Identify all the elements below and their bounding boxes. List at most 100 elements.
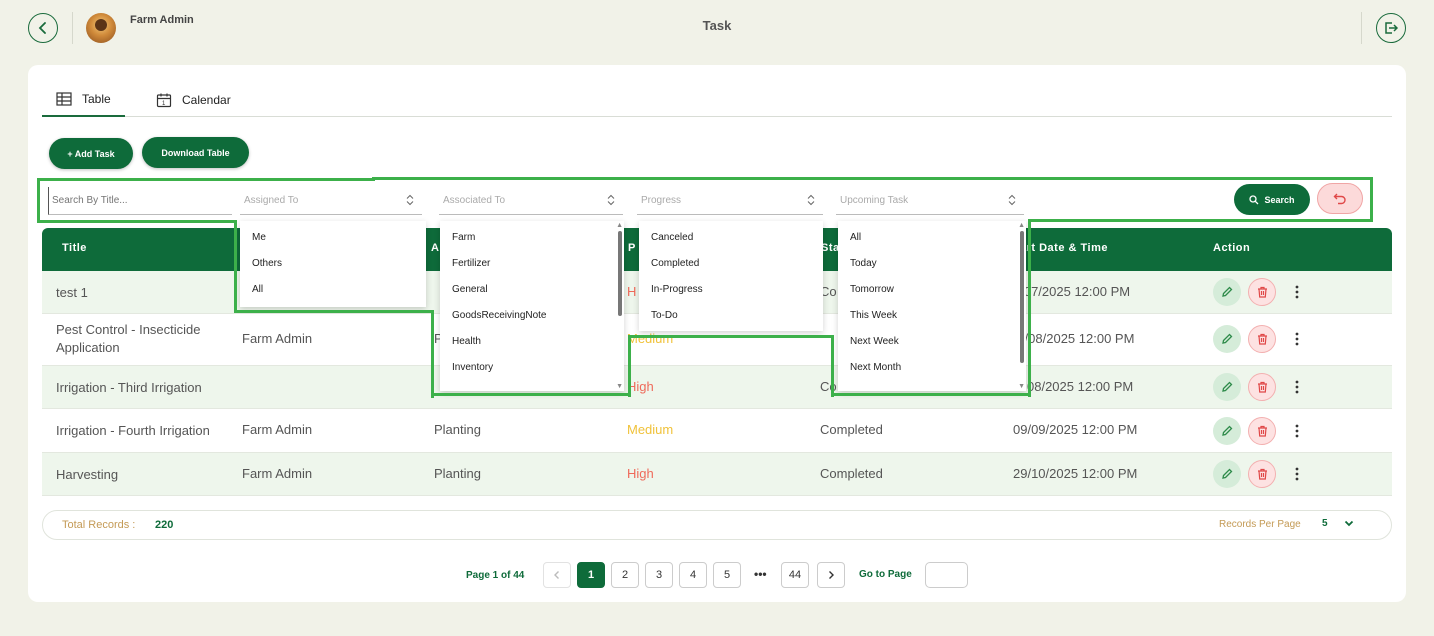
sort-caret-icon [807,194,815,206]
scroll-up-icon[interactable]: ▲ [1018,222,1025,229]
pencil-icon [1222,425,1233,436]
more-options-button[interactable] [1290,421,1304,441]
dropdown-option[interactable]: GoodsReceivingNote [440,303,624,329]
dropdown-option[interactable]: All [240,277,426,303]
more-options-button[interactable] [1290,464,1304,484]
cell-date: 09/09/2025 12:00 PM [1013,422,1138,437]
cell-assigned: Farm Admin [242,422,313,437]
records-per-page-value[interactable]: 5 [1322,518,1328,529]
go-to-page-input[interactable] [925,562,968,588]
header-action: Action [1213,242,1251,254]
tab-calendar[interactable]: 1 Calendar [142,83,245,117]
dropdown-option[interactable]: Health [440,329,624,355]
cell-title: Irrigation - Third Irrigation [56,380,202,395]
delete-button[interactable] [1248,278,1276,306]
delete-button[interactable] [1248,417,1276,445]
page-button[interactable]: 2 [611,562,639,588]
more-options-button[interactable] [1290,282,1304,302]
tab-label: Table [82,92,111,106]
records-per-page-label: Records Per Page [1219,519,1301,530]
trash-icon [1257,286,1267,298]
dropdown-option[interactable]: This Week [838,303,1026,329]
dropdown-option[interactable]: In-Progress [639,277,823,303]
dropdown-option[interactable]: General [440,277,624,303]
dropdown-option[interactable]: Today [838,251,1026,277]
page-button[interactable]: 1 [577,562,605,588]
page-button[interactable]: 44 [781,562,809,588]
cell-status: Completed [820,422,883,437]
edit-button[interactable] [1213,278,1241,306]
table-row: Irrigation - Fourth Irrigation Farm Admi… [42,409,1392,453]
chevron-down-icon[interactable] [1343,517,1355,529]
more-options-button[interactable] [1290,377,1304,397]
edit-button[interactable] [1213,417,1241,445]
dropdown-option[interactable]: Inventory [440,355,624,381]
dropdown-option[interactable]: Farm [440,225,624,251]
dropdown-option[interactable]: Next Week [838,329,1026,355]
header-priority: P [628,242,636,254]
dropdown-option[interactable]: To-Do [639,303,823,329]
kebab-icon [1295,424,1299,438]
sort-caret-icon [1008,194,1016,206]
dropdown-option[interactable]: Others [240,251,426,277]
dropdown-option[interactable]: All [838,225,1026,251]
page-button[interactable]: 4 [679,562,707,588]
total-records-count: 220 [155,519,174,531]
edit-button[interactable] [1213,325,1241,353]
download-table-button[interactable]: Download Table [142,137,249,168]
more-options-button[interactable] [1290,329,1304,349]
associated-to-dropdown: Farm Fertilizer General GoodsReceivingNo… [440,221,624,391]
associated-to-placeholder: Associated To [443,195,506,206]
delete-button[interactable] [1248,460,1276,488]
delete-button[interactable] [1248,373,1276,401]
reset-button[interactable] [1317,183,1363,214]
scrollbar[interactable] [1020,231,1024,363]
total-records-label: Total Records : [62,519,136,531]
dropdown-option[interactable]: Tomorrow [838,277,1026,303]
pencil-icon [1222,381,1233,392]
add-task-button[interactable]: + Add Task [49,138,133,169]
page-button[interactable]: 3 [645,562,673,588]
assigned-to-dropdown: Me Others All [240,221,426,307]
upcoming-task-dropdown: All Today Tomorrow This Week Next Week N… [838,221,1026,391]
header-title: Title [62,242,87,254]
cell-associated: Planting [434,466,481,481]
scrollbar[interactable] [618,231,622,316]
divider [1361,12,1362,44]
dropdown-option[interactable]: Fertilizer [440,251,624,277]
edit-button[interactable] [1213,373,1241,401]
table-icon [56,92,72,106]
dropdown-option[interactable]: Next Month [838,355,1026,381]
delete-button[interactable] [1248,325,1276,353]
dropdown-option[interactable]: Me [240,225,426,251]
logout-button[interactable] [1376,13,1406,43]
trash-icon [1257,333,1267,345]
sort-caret-icon [607,194,615,206]
cell-date: 08/2025 12:00 PM [1027,379,1134,394]
scroll-up-icon[interactable]: ▲ [616,222,623,229]
scroll-down-icon[interactable]: ▼ [1018,383,1025,390]
go-to-page-label: Go to Page [859,569,912,580]
trash-icon [1257,468,1267,480]
cell-priority: Medium [627,422,674,437]
scroll-down-icon[interactable]: ▼ [616,383,623,390]
tab-table[interactable]: Table [42,83,125,117]
upcoming-task-select[interactable]: Upcoming Task [836,187,1024,215]
cell-title: Harvesting [56,467,119,482]
dropdown-option[interactable]: Canceled [639,225,823,251]
page-button[interactable]: 5 [713,562,741,588]
progress-select[interactable]: Progress [637,187,823,215]
prev-page-button[interactable] [543,562,571,588]
next-page-button[interactable] [817,562,845,588]
kebab-icon [1295,467,1299,481]
dropdown-option[interactable]: Completed [639,251,823,277]
search-button[interactable]: Search [1234,184,1310,215]
top-bar: Farm Admin Task [0,0,1434,56]
search-input[interactable] [52,195,222,206]
associated-to-select[interactable]: Associated To [439,187,623,215]
trash-icon [1257,425,1267,437]
edit-button[interactable] [1213,460,1241,488]
cell-title: test 1 [56,285,88,300]
cell-assigned: Farm Admin [242,466,313,481]
assigned-to-select[interactable]: Assigned To [240,187,422,215]
